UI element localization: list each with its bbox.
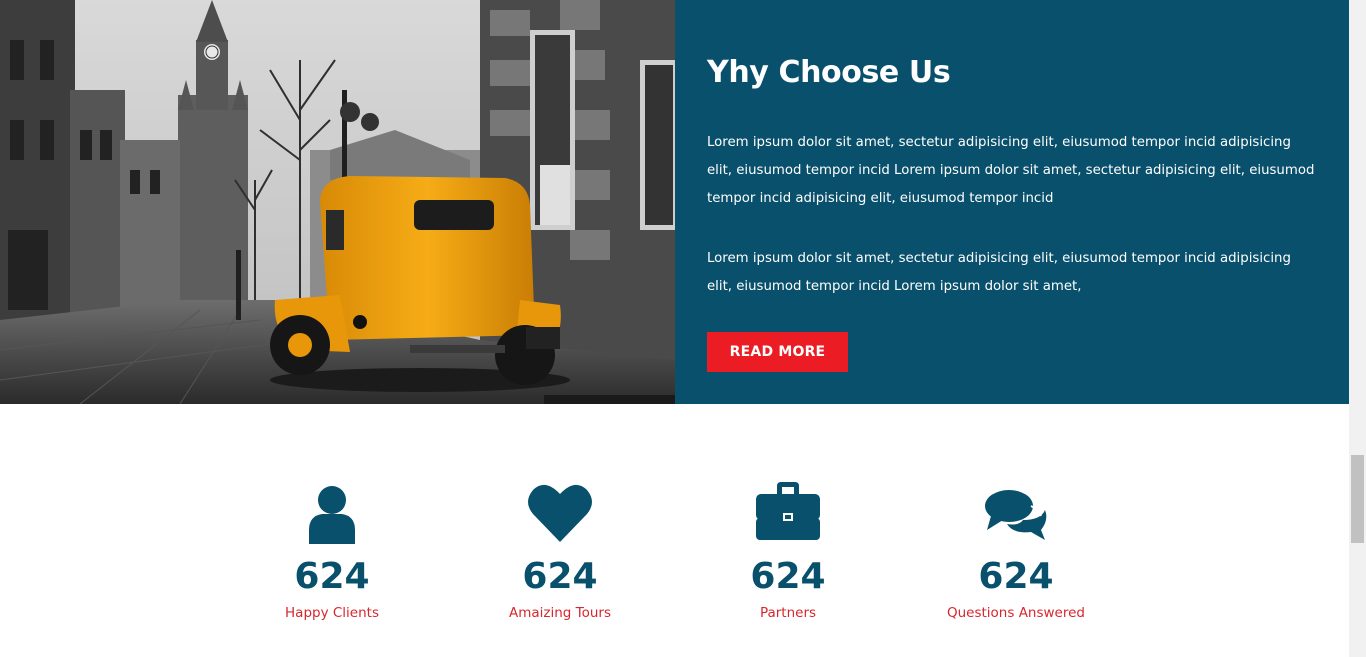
stat-happy-clients: 624 Happy Clients <box>232 480 432 621</box>
street-car-image <box>0 0 675 404</box>
stat-questions-answered: 624 Questions Answered <box>916 480 1116 621</box>
vertical-scrollbar[interactable] <box>1349 0 1366 657</box>
hero-photo <box>0 0 675 404</box>
intro-paragraph: Lorem ipsum dolor sit amet, sectetur adi… <box>707 135 1315 206</box>
stat-value: 624 <box>522 556 598 597</box>
user-icon <box>232 480 432 548</box>
stat-label: Happy Clients <box>285 605 379 621</box>
stat-partners: 624 Partners <box>688 480 888 621</box>
why-choose-us-panel: Yhy Choose Us Lorem ipsum dolor sit amet… <box>675 0 1349 404</box>
stat-value: 624 <box>294 556 370 597</box>
second-paragraph: Lorem ipsum dolor sit amet, sectetur adi… <box>707 251 1291 294</box>
briefcase-icon <box>688 480 888 548</box>
read-more-button[interactable]: READ MORE <box>707 332 848 372</box>
section-title: Yhy Choose Us <box>707 55 951 90</box>
scrollbar-thumb[interactable] <box>1351 455 1364 543</box>
stat-value: 624 <box>978 556 1054 597</box>
stat-value: 624 <box>750 556 826 597</box>
stat-amazing-tours: 624 Amaizing Tours <box>460 480 660 621</box>
page: Yhy Choose Us Lorem ipsum dolor sit amet… <box>0 0 1349 657</box>
comments-icon <box>916 480 1116 548</box>
stat-label: Partners <box>759 605 817 621</box>
stat-label: Questions Answered <box>946 605 1085 621</box>
heart-icon <box>460 480 660 548</box>
stat-label: Amaizing Tours <box>508 605 611 621</box>
